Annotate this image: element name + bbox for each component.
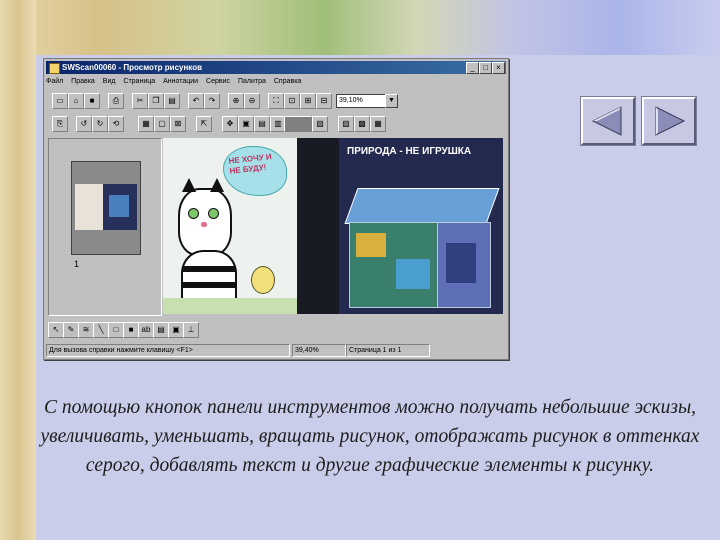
zoom-dropdown-arrow[interactable]: ▼: [385, 94, 398, 108]
cube-top: [344, 188, 500, 224]
cat-ear-left: [182, 178, 196, 192]
rotate-left-icon[interactable]: ↺: [76, 116, 92, 132]
select-icon[interactable]: ⇱: [196, 116, 212, 132]
single-page-icon[interactable]: ▤: [254, 116, 270, 132]
bird: [251, 266, 275, 294]
color-icon[interactable]: ▦: [370, 116, 386, 132]
drag-icon[interactable]: ✥: [222, 116, 238, 132]
zoom-in-icon[interactable]: ⊕: [228, 93, 244, 109]
cat-eye-left: [188, 208, 199, 219]
rotate-icon[interactable]: ⟲: [108, 116, 124, 132]
highlighter-icon[interactable]: ≋: [78, 322, 94, 338]
undo-icon[interactable]: ↶: [188, 93, 204, 109]
minimize-button[interactable]: _: [466, 62, 479, 74]
page-icon[interactable]: ▢: [154, 116, 170, 132]
page-thumbs-icon[interactable]: ⊠: [170, 116, 186, 132]
menu-page[interactable]: Страница: [123, 78, 155, 85]
zoom-input[interactable]: 39,10%: [336, 94, 386, 108]
triangle-right-icon: [655, 106, 686, 136]
cat-head: [178, 178, 232, 256]
cover-title: ПРИРОДА - НЕ ИГРУШКА: [347, 146, 472, 157]
redo-icon[interactable]: ↷: [204, 93, 220, 109]
app-window: SWScan00060 - Просмотр рисунков _ □ × Фа…: [43, 58, 509, 360]
grayscale-icon[interactable]: ▨: [338, 116, 354, 132]
toolbar-blank-slot: [284, 116, 312, 132]
thumbnail-pane[interactable]: 1: [48, 138, 162, 316]
grass: [163, 298, 297, 314]
book-spine: [297, 138, 339, 314]
pointer-icon[interactable]: ↖: [48, 322, 64, 338]
status-bar: Для вызова справки нажмите клавишу <F1> …: [46, 344, 506, 357]
thumbnail-left-page: [75, 184, 103, 230]
cube-tile: [396, 259, 430, 289]
properties-icon[interactable]: ▧: [312, 116, 328, 132]
app-icon: [49, 63, 60, 74]
status-page: Страница 1 из 1: [346, 344, 430, 357]
fit-width-icon[interactable]: ⊞: [300, 93, 316, 109]
maximize-button[interactable]: □: [479, 62, 492, 74]
fit-icon[interactable]: ⛶: [268, 93, 284, 109]
standard-toolbar: ▭ ⌂ ■ ⎙ ✂ ❐ ▤ ↶ ↷ ⊕ ⊖ ⛶ ⊡ ⊞ ⊟ 39,10% ▼: [48, 93, 504, 109]
print-icon[interactable]: ⎙: [108, 93, 124, 109]
menu-tools[interactable]: Сервис: [206, 78, 230, 85]
title-bar: SWScan00060 - Просмотр рисунков _ □ ×: [46, 61, 506, 74]
cat-ear-right: [210, 178, 224, 192]
window-title: SWScan00060 - Просмотр рисунков: [62, 63, 202, 72]
menu-help[interactable]: Справка: [274, 78, 301, 85]
cube-side: [437, 222, 491, 308]
cube-tile: [446, 243, 476, 283]
image-view[interactable]: НЕ ХОЧУ И НЕ БУДУ! ПРИРОДА - НЕ ИГРУШКА: [163, 138, 503, 314]
thumbnail-icon[interactable]: ▦: [138, 116, 154, 132]
palette-icon[interactable]: ▩: [354, 116, 370, 132]
menu-view[interactable]: Вид: [103, 78, 116, 85]
book-left-page: НЕ ХОЧУ И НЕ БУДУ!: [163, 138, 297, 314]
filled-rect-icon[interactable]: ■: [123, 322, 139, 338]
attach-icon[interactable]: ▣: [168, 322, 184, 338]
zoom-out-icon[interactable]: ⊖: [244, 93, 260, 109]
cube-tile: [356, 233, 386, 257]
new-icon[interactable]: ▭: [52, 93, 68, 109]
cat-eye-right: [208, 208, 219, 219]
open-icon[interactable]: ⌂: [68, 93, 84, 109]
save-icon[interactable]: ■: [84, 93, 100, 109]
freehand-icon[interactable]: ✎: [63, 322, 79, 338]
close-button[interactable]: ×: [492, 62, 505, 74]
cat-stripe: [183, 282, 235, 288]
cat-nose: [201, 222, 207, 227]
line-icon[interactable]: ╲: [93, 322, 109, 338]
view-mode-icon[interactable]: ▣: [238, 116, 254, 132]
rotate-right-icon[interactable]: ↻: [92, 116, 108, 132]
book-cover: ПРИРОДА - НЕ ИГРУШКА: [339, 138, 503, 314]
prev-slide-button[interactable]: [581, 97, 635, 145]
page-thumbnail[interactable]: [71, 161, 141, 255]
text-icon[interactable]: ab: [138, 322, 154, 338]
copy-icon[interactable]: ❐: [148, 93, 164, 109]
decorative-left-strip: [0, 0, 36, 540]
next-slide-button[interactable]: [642, 97, 696, 145]
menu-edit[interactable]: Правка: [71, 78, 95, 85]
status-hint: Для вызова справки нажмите клавишу <F1>: [46, 344, 290, 357]
hollow-rect-icon[interactable]: □: [108, 322, 124, 338]
menu-palette[interactable]: Палитра: [238, 78, 266, 85]
slide-caption: С помощью кнопок панели инструментов мож…: [40, 397, 700, 476]
image-toolbar: ⎘ ↺ ↻ ⟲ ▦ ▢ ⊠ ⇱ ✥ ▣ ▤ ▥ ▧ ▨ ▩ ▦: [48, 116, 504, 132]
decorative-banner: [0, 0, 720, 55]
cube-front: [349, 222, 439, 308]
scan-icon[interactable]: ⎘: [52, 116, 68, 132]
paste-icon[interactable]: ▤: [164, 93, 180, 109]
annotation-toolbar: ↖ ✎ ≋ ╲ □ ■ ab ▤ ▣ ⊥: [48, 322, 348, 338]
triangle-left-icon: [591, 106, 622, 136]
thumbnail-cube: [109, 195, 129, 217]
stamp-icon[interactable]: ⊥: [183, 322, 199, 338]
thumbnail-page-number: 1: [74, 259, 80, 269]
cat-stripe: [183, 266, 235, 272]
menu-bar: Файл Правка Вид Страница Аннотации Серви…: [46, 76, 506, 87]
menu-file[interactable]: Файл: [46, 78, 63, 85]
menu-annotations[interactable]: Аннотации: [163, 78, 198, 85]
status-zoom: 39,40%: [292, 344, 346, 357]
cut-icon[interactable]: ✂: [132, 93, 148, 109]
fit-height-icon[interactable]: ⊟: [316, 93, 332, 109]
note-icon[interactable]: ▤: [153, 322, 169, 338]
zoom-select-icon[interactable]: ⊡: [284, 93, 300, 109]
